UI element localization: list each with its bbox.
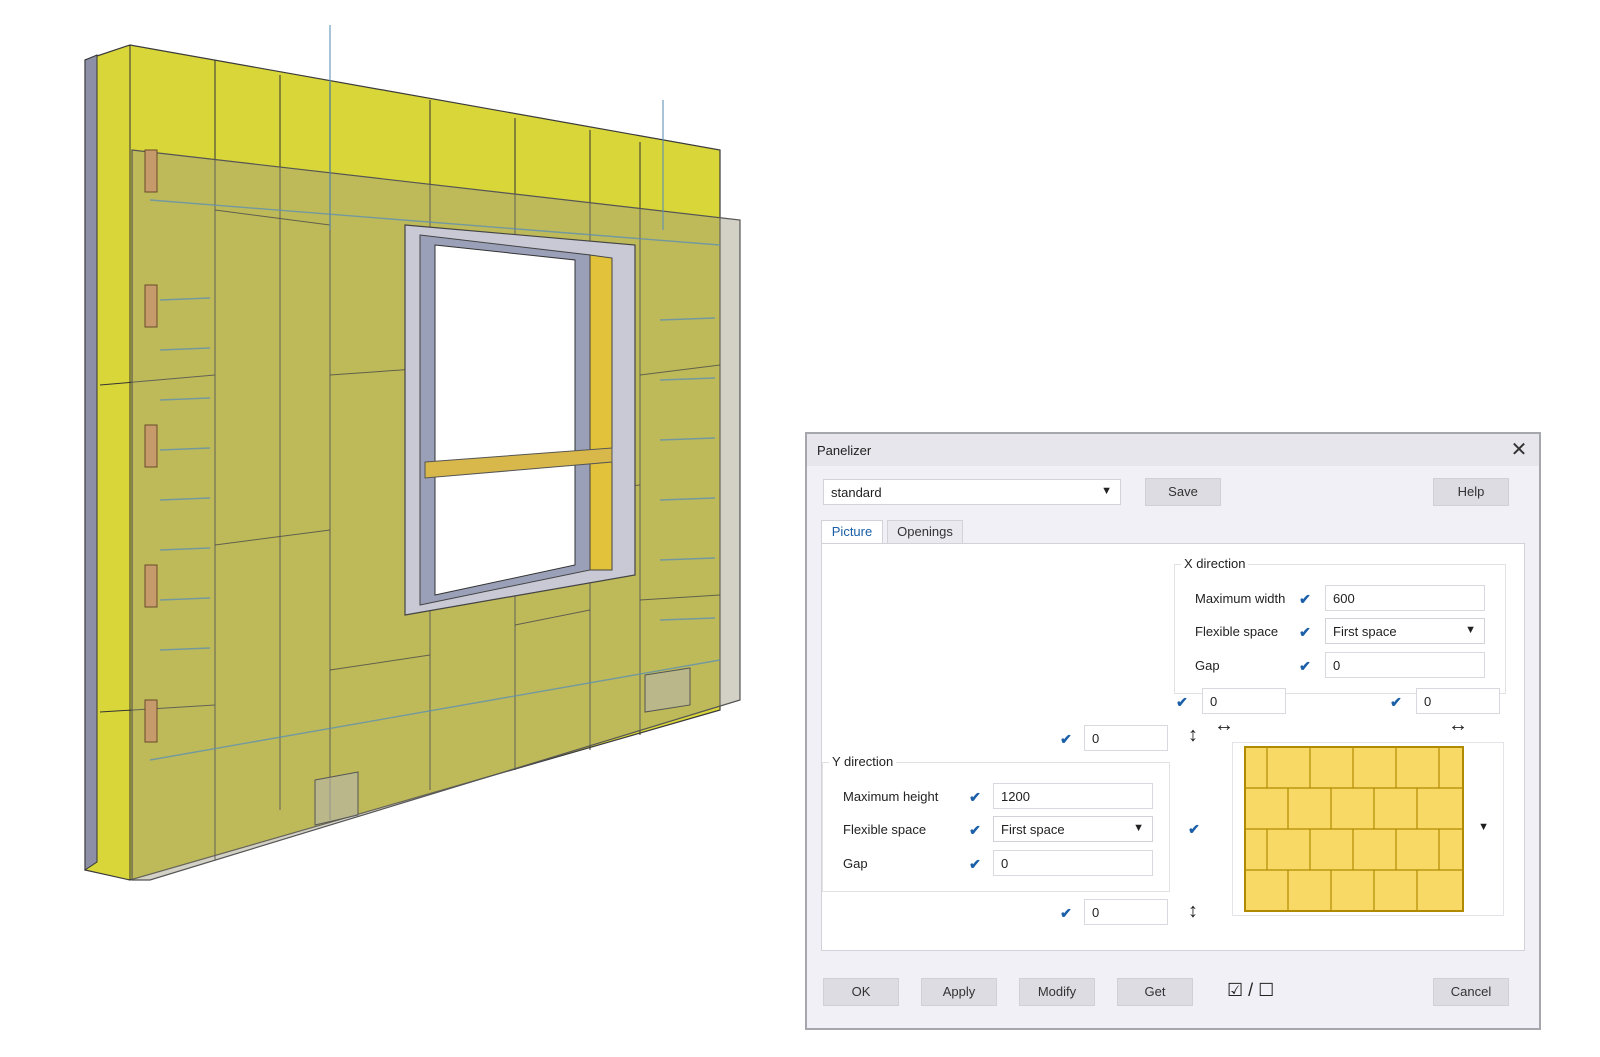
y-flexible-label: Flexible space [843, 822, 927, 837]
vertical-arrow-icon: ↕ [1188, 724, 1198, 746]
x-flexible-select[interactable]: First space ▼ [1325, 618, 1485, 644]
horizontal-arrow-icon: ↔ [1448, 714, 1468, 736]
tab-openings[interactable]: Openings [887, 520, 963, 544]
apply-button[interactable]: Apply [921, 978, 997, 1006]
title-bar: Panelizer ✕ [807, 434, 1539, 466]
left-x-offset-field[interactable]: 0 [1202, 688, 1286, 714]
panel-pattern-preview[interactable]: ▼ [1232, 742, 1504, 916]
x-flexible-label: Flexible space [1195, 624, 1279, 639]
modify-button[interactable]: Modify [1019, 978, 1095, 1006]
wall-3d-view [84, 25, 741, 881]
x-flexible-value: First space [1333, 624, 1397, 639]
y-gap-checkbox[interactable]: ✔ [967, 856, 983, 872]
preset-value: standard [831, 485, 882, 500]
chevron-down-icon: ▼ [1101, 485, 1112, 497]
x-flexible-checkbox[interactable]: ✔ [1297, 624, 1313, 640]
stagger-checkbox[interactable]: ✔ [1186, 821, 1202, 837]
right-x-checkbox[interactable]: ✔ [1388, 694, 1404, 710]
preview-dropdown-icon[interactable]: ▼ [1478, 821, 1489, 833]
y-direction-title: Y direction [829, 754, 897, 769]
max-height-checkbox[interactable]: ✔ [967, 789, 983, 805]
max-width-checkbox[interactable]: ✔ [1297, 591, 1313, 607]
vertical-arrow-icon: ↕ [1188, 900, 1198, 922]
get-button[interactable]: Get [1117, 978, 1193, 1006]
chevron-down-icon: ▼ [1465, 624, 1476, 636]
close-icon[interactable]: ✕ [1505, 436, 1533, 464]
ok-button[interactable]: OK [823, 978, 899, 1006]
bottom-y-offset-field[interactable]: 0 [1084, 899, 1168, 925]
select-toggle-icon[interactable]: ☑ / ☐ [1227, 980, 1274, 1001]
save-button[interactable]: Save [1145, 478, 1221, 506]
bottom-y-checkbox[interactable]: ✔ [1058, 905, 1074, 921]
max-height-field[interactable]: 1200 [993, 783, 1153, 809]
x-direction-group: X direction Maximum width ✔ 600 Flexible… [1174, 556, 1506, 694]
top-y-checkbox[interactable]: ✔ [1058, 731, 1074, 747]
cancel-button[interactable]: Cancel [1433, 978, 1509, 1006]
tab-picture[interactable]: Picture [821, 520, 883, 544]
y-gap-field[interactable]: 0 [993, 850, 1153, 876]
dialog-title: Panelizer [817, 443, 872, 458]
y-flexible-value: First space [1001, 822, 1065, 837]
x-gap-label: Gap [1195, 658, 1220, 673]
y-flexible-checkbox[interactable]: ✔ [967, 822, 983, 838]
picture-tab-panel: X direction Maximum width ✔ 600 Flexible… [821, 543, 1525, 951]
horizontal-arrow-icon: ↔ [1214, 714, 1234, 736]
max-width-field[interactable]: 600 [1325, 585, 1485, 611]
panelizer-dialog: Panelizer ✕ standard ▼ Save Help Picture… [805, 432, 1541, 1030]
x-gap-checkbox[interactable]: ✔ [1297, 658, 1313, 674]
max-height-label: Maximum height [843, 789, 939, 804]
right-x-offset-field[interactable]: 0 [1416, 688, 1500, 714]
left-x-checkbox[interactable]: ✔ [1174, 694, 1190, 710]
help-button[interactable]: Help [1433, 478, 1509, 506]
chevron-down-icon: ▼ [1133, 822, 1144, 834]
max-width-label: Maximum width [1195, 591, 1286, 606]
top-y-offset-field[interactable]: 0 [1084, 725, 1168, 751]
y-direction-group: Y direction Maximum height ✔ 1200 Flexib… [822, 754, 1170, 892]
y-flexible-select[interactable]: First space ▼ [993, 816, 1153, 842]
x-direction-title: X direction [1181, 556, 1249, 571]
y-gap-label: Gap [843, 856, 868, 871]
x-gap-field[interactable]: 0 [1325, 652, 1485, 678]
preset-select[interactable]: standard ▼ [823, 479, 1121, 505]
panel-pattern-image [1244, 746, 1464, 912]
